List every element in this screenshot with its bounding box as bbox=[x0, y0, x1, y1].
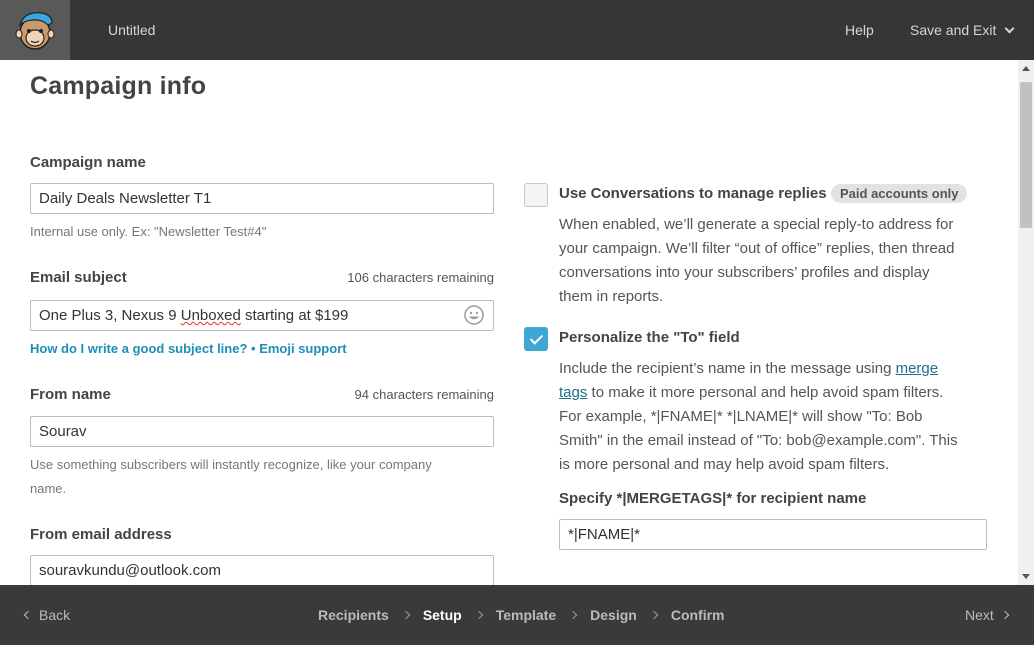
conversations-checkbox[interactable] bbox=[524, 183, 548, 207]
conversations-label[interactable]: Use Conversations to manage replies bbox=[559, 185, 827, 202]
from-email-input[interactable] bbox=[30, 555, 494, 585]
personalize-to-checkbox[interactable] bbox=[524, 327, 548, 351]
campaign-name-input[interactable] bbox=[30, 183, 494, 214]
campaign-name-label: Campaign name bbox=[30, 154, 146, 171]
conversations-desc-line: conversations into your subscribers’ pro… bbox=[559, 264, 930, 281]
subject-chars-remaining: 106 characters remaining bbox=[347, 270, 494, 285]
personalize-desc-line: Include the recipient’s name in the mess… bbox=[559, 357, 989, 381]
bottom-nav-bar: Back Recipients Setup Template Design Co… bbox=[0, 585, 1034, 645]
merge-tags-link[interactable]: merge bbox=[896, 360, 939, 377]
step-setup[interactable]: Setup bbox=[423, 607, 462, 623]
chevron-right-icon bbox=[649, 610, 659, 620]
next-label: Next bbox=[965, 607, 994, 623]
chevron-left-icon bbox=[23, 610, 33, 620]
link-separator: • bbox=[247, 341, 260, 356]
chevron-right-icon bbox=[568, 610, 578, 620]
wizard-steps: Recipients Setup Template Design Confirm bbox=[318, 607, 725, 623]
from-email-label: From email address bbox=[30, 526, 172, 543]
mailchimp-logo-icon[interactable] bbox=[0, 0, 70, 60]
emoji-support-link[interactable]: Emoji support bbox=[259, 341, 346, 356]
save-and-exit-menu[interactable]: Save and Exit bbox=[910, 22, 1015, 38]
merge-tag-input[interactable] bbox=[559, 519, 987, 550]
paid-accounts-badge: Paid accounts only bbox=[831, 184, 968, 203]
chevron-right-icon bbox=[474, 610, 483, 620]
back-label: Back bbox=[39, 607, 71, 623]
freddie-icon bbox=[15, 12, 55, 50]
step-recipients[interactable]: Recipients bbox=[318, 607, 389, 623]
chevron-right-icon bbox=[401, 610, 411, 620]
personalize-description: Include the recipient’s name in the mess… bbox=[559, 357, 989, 477]
step-design[interactable]: Design bbox=[590, 607, 637, 623]
conversations-desc-line: your campaign. We’ll filter “out of offi… bbox=[559, 240, 955, 257]
top-bar: Untitled Help Save and Exit bbox=[0, 0, 1034, 60]
next-button[interactable]: Next bbox=[965, 607, 1010, 623]
chevron-right-icon bbox=[1000, 610, 1010, 620]
from-name-chars-remaining: 94 characters remaining bbox=[354, 387, 494, 402]
personalize-desc-text: to make it more personal and help avoid … bbox=[587, 384, 944, 401]
from-name-input[interactable] bbox=[30, 416, 494, 447]
merge-tags-link[interactable]: tags bbox=[559, 384, 587, 401]
scroll-up-arrow-icon[interactable] bbox=[1022, 66, 1030, 71]
checkmark-icon bbox=[529, 331, 544, 345]
conversations-desc-line: When enabled, we’ll generate a special r… bbox=[559, 216, 954, 233]
save-and-exit-label: Save and Exit bbox=[910, 22, 997, 38]
help-link[interactable]: Help bbox=[845, 22, 874, 38]
subject-text-prefix: One Plus 3, Nexus 9 bbox=[39, 307, 181, 324]
vertical-scrollbar[interactable] bbox=[1018, 60, 1034, 585]
conversations-description: When enabled, we’ll generate a special r… bbox=[559, 213, 989, 309]
personalize-desc-text: Include the recipient’s name in the mess… bbox=[559, 360, 896, 377]
emoji-picker-icon[interactable] bbox=[463, 304, 485, 326]
step-template[interactable]: Template bbox=[496, 607, 556, 623]
personalize-desc-line: is more personal and may help avoid spam… bbox=[559, 456, 890, 473]
campaign-title[interactable]: Untitled bbox=[108, 22, 155, 38]
subject-help-links: How do I write a good subject line? • Em… bbox=[30, 337, 347, 361]
personalize-desc-line: Smith" in the email instead of "To: bob@… bbox=[559, 432, 958, 449]
campaign-name-help: Internal use only. Ex: "Newsletter Test#… bbox=[30, 224, 267, 239]
from-name-help-line1: Use something subscribers will instantly… bbox=[30, 457, 432, 472]
chevron-down-icon bbox=[1004, 23, 1015, 33]
scroll-thumb[interactable] bbox=[1020, 82, 1032, 228]
email-subject-label: Email subject bbox=[30, 269, 127, 286]
merge-tag-label: Specify *|MERGETAGS|* for recipient name bbox=[559, 490, 867, 507]
personalize-desc-line: tags to make it more personal and help a… bbox=[559, 381, 989, 405]
back-button[interactable]: Back bbox=[23, 607, 71, 623]
subject-line-tips-link[interactable]: How do I write a good subject line? bbox=[30, 341, 247, 356]
page-title: Campaign info bbox=[30, 72, 207, 100]
subject-text-suffix: starting at $199 bbox=[240, 307, 349, 324]
campaign-info-form: Campaign info Campaign name Internal use… bbox=[0, 60, 1018, 585]
personalize-to-label[interactable]: Personalize the "To" field bbox=[559, 329, 740, 346]
conversations-desc-line: them in reports. bbox=[559, 288, 664, 305]
subject-misspelled-word: Unboxed bbox=[180, 307, 241, 324]
personalize-desc-line: For example, *|FNAME|* *|LNAME|* will sh… bbox=[559, 408, 923, 425]
email-subject-input[interactable]: One Plus 3, Nexus 9 Unboxed starting at … bbox=[30, 300, 494, 331]
step-confirm[interactable]: Confirm bbox=[671, 607, 725, 623]
scroll-down-arrow-icon[interactable] bbox=[1022, 574, 1030, 579]
from-name-label: From name bbox=[30, 386, 111, 403]
from-name-help-line2: name. bbox=[30, 481, 67, 496]
